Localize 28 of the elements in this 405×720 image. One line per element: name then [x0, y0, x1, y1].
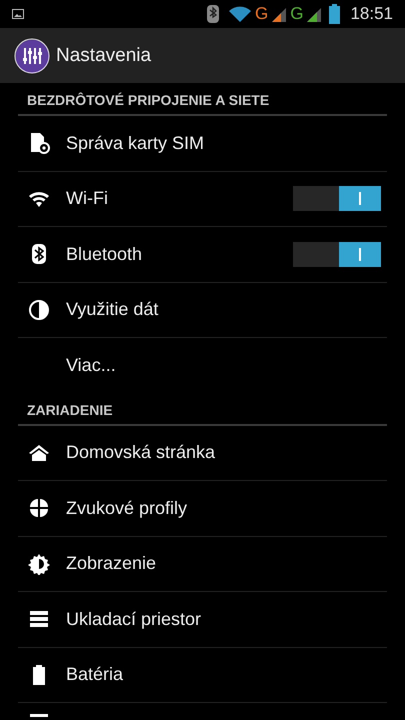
setting-label[interactable]: Správa karty SIM [66, 132, 387, 154]
section-header: BEZDRÔTOVÉ PRIPOJENIE A SIETE [27, 92, 270, 110]
battery-icon [329, 4, 340, 24]
signal-icon [307, 6, 322, 22]
network-type: G [254, 4, 268, 24]
screen-title: Nastavenia [56, 44, 152, 66]
setting-label[interactable]: Zobrazenie [66, 553, 387, 574]
setting-label[interactable]: Ukladací priestor [66, 608, 387, 630]
section-header: ZARIADENIE [27, 402, 113, 420]
toggle-switch[interactable] [293, 186, 381, 212]
toggle-switch[interactable] [293, 242, 381, 267]
image-notification-icon [12, 9, 24, 19]
brightness-icon [28, 552, 50, 575]
settings-icon[interactable] [14, 38, 50, 74]
setting-label[interactable]: Zvukové profily [66, 498, 387, 519]
setting-label[interactable]: Viac... [66, 354, 387, 376]
setting-label[interactable]: Bluetooth [66, 244, 293, 265]
pie-chart-icon [28, 298, 50, 321]
bluetooth-icon [206, 5, 219, 23]
network-type: G [290, 4, 304, 24]
setting-label[interactable]: Využitie dát [66, 299, 387, 320]
setting-label[interactable]: Wi-Fi [66, 188, 293, 210]
wifi-icon [228, 6, 251, 22]
setting-label[interactable]: Domovská stránka [66, 442, 387, 464]
clock-time: 18:51 [350, 4, 393, 24]
setting-label[interactable]: Batéria [66, 664, 387, 686]
signal-icon [272, 6, 286, 22]
sim-card-icon [28, 132, 50, 154]
